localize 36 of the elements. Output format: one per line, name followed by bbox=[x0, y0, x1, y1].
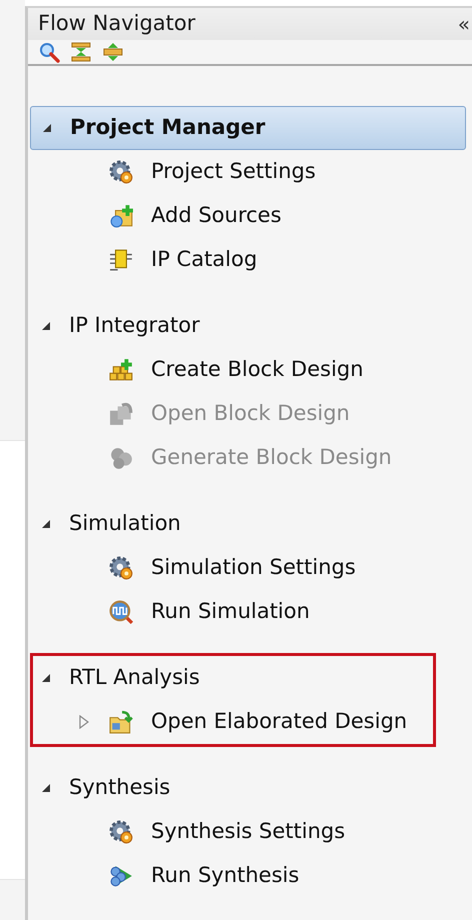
flow-item[interactable]: Open Elaborated Design bbox=[33, 700, 433, 744]
flow-item[interactable]: Create Block Design bbox=[33, 348, 433, 392]
gear-icon bbox=[109, 556, 133, 580]
expanded-arrow-icon[interactable] bbox=[41, 519, 51, 529]
expand-all-icon[interactable] bbox=[102, 40, 124, 63]
chip-icon bbox=[109, 248, 133, 272]
flow-item[interactable]: IP Catalog bbox=[33, 238, 433, 282]
expanded-arrow-icon[interactable] bbox=[42, 123, 52, 133]
collapse-panel-button[interactable]: « bbox=[458, 14, 472, 34]
add-sources-icon bbox=[109, 204, 133, 228]
section-header[interactable]: Simulation bbox=[33, 502, 433, 546]
gear-icon bbox=[109, 820, 133, 844]
gear-icon bbox=[109, 160, 133, 184]
block-stack-icon bbox=[109, 358, 133, 382]
flow-item[interactable]: Simulation Settings bbox=[33, 546, 433, 590]
flow-item[interactable]: Add Sources bbox=[33, 194, 433, 238]
collapse-all-icon[interactable] bbox=[70, 40, 92, 63]
collapsed-arrow-icon[interactable] bbox=[79, 715, 89, 729]
magnifier-waveform-icon bbox=[109, 600, 133, 624]
flow-item[interactable]: Run Simulation bbox=[33, 590, 433, 634]
block-arrow-icon bbox=[109, 402, 133, 426]
expanded-arrow-icon[interactable] bbox=[41, 321, 51, 331]
search-icon[interactable] bbox=[38, 40, 60, 63]
section-header[interactable]: IP Integrator bbox=[33, 304, 433, 348]
folder-arrow-icon bbox=[109, 710, 133, 734]
run-synthesis-icon bbox=[109, 864, 133, 888]
flow-item[interactable]: Project Settings bbox=[33, 150, 433, 194]
gear-cluster-icon bbox=[109, 446, 133, 470]
section-header[interactable]: Synthesis bbox=[33, 766, 433, 810]
flow-item[interactable]: Run Synthesis bbox=[33, 854, 433, 898]
section-header[interactable]: RTL Analysis bbox=[33, 656, 433, 700]
panel-title: Flow Navigator bbox=[38, 10, 196, 37]
expanded-arrow-icon[interactable] bbox=[41, 783, 51, 793]
expanded-arrow-icon[interactable] bbox=[41, 673, 51, 683]
flow-item[interactable]: Synthesis Settings bbox=[33, 810, 433, 854]
section-header[interactable]: Project Manager bbox=[30, 106, 466, 150]
